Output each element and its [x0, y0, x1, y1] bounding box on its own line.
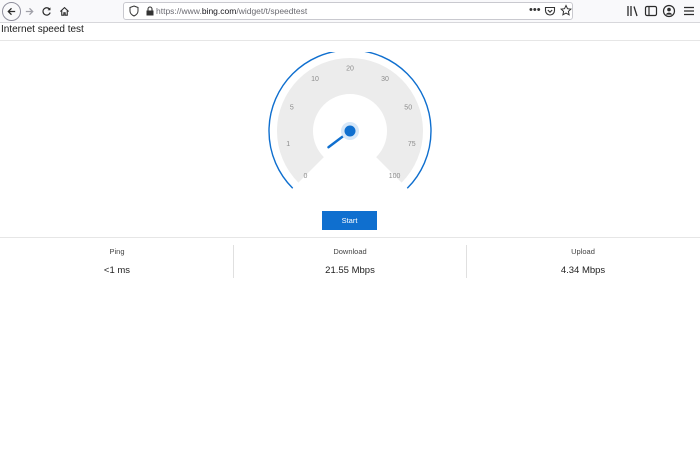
divider: [0, 237, 700, 238]
download-stat: Download 21.55 Mbps: [233, 247, 467, 277]
start-button[interactable]: Start: [322, 211, 377, 230]
gauge-scale-label: 75: [408, 141, 416, 148]
gauge-scale-label: 0: [303, 173, 307, 180]
upload-stat: Upload 4.34 Mbps: [466, 247, 700, 277]
bookmark-star-icon[interactable]: [560, 4, 572, 17]
reload-icon[interactable]: [37, 2, 56, 21]
gauge-scale-label: 100: [389, 173, 401, 180]
page-title: Internet speed test: [1, 24, 84, 35]
home-icon[interactable]: [55, 2, 74, 21]
tracking-shield-icon[interactable]: [128, 5, 140, 17]
gauge-track: [277, 57, 423, 183]
page-actions-menu-icon[interactable]: •••: [529, 3, 541, 17]
download-label: Download: [333, 247, 367, 256]
browser-toolbar: https://www.bing.com/widget/t/speedtest …: [0, 0, 700, 23]
gauge-scale-label: 10: [311, 76, 319, 83]
gauge-scale-label: 30: [381, 76, 389, 83]
ping-value: <1 ms: [103, 265, 131, 276]
gauge-hub: [344, 125, 356, 137]
sidebar-icon[interactable]: [644, 4, 658, 18]
ping-label: Ping: [109, 247, 125, 256]
hamburger-menu-icon[interactable]: [682, 4, 696, 18]
upload-label: Upload: [571, 247, 595, 256]
gauge-scale-label: 20: [346, 66, 354, 73]
library-icon[interactable]: [626, 4, 640, 18]
back-icon[interactable]: [2, 2, 21, 21]
ping-stat: Ping <1 ms: [0, 247, 234, 277]
speedometer-gauge: 0 1 5 10 20 30 50 75 100: [268, 52, 432, 189]
gauge-scale-label: 1: [286, 141, 290, 148]
lock-icon[interactable]: [144, 5, 156, 17]
url-text[interactable]: https://www.bing.com/widget/t/speedtest: [156, 5, 307, 17]
address-bar[interactable]: https://www.bing.com/widget/t/speedtest …: [123, 2, 573, 20]
download-value: 21.55 Mbps: [325, 265, 375, 276]
gauge-scale-label: 5: [290, 104, 294, 111]
upload-value: 4.34 Mbps: [560, 265, 606, 276]
divider: [0, 40, 700, 41]
account-icon[interactable]: [662, 4, 676, 18]
pocket-icon[interactable]: [544, 5, 556, 17]
gauge-scale-label: 50: [404, 104, 412, 111]
